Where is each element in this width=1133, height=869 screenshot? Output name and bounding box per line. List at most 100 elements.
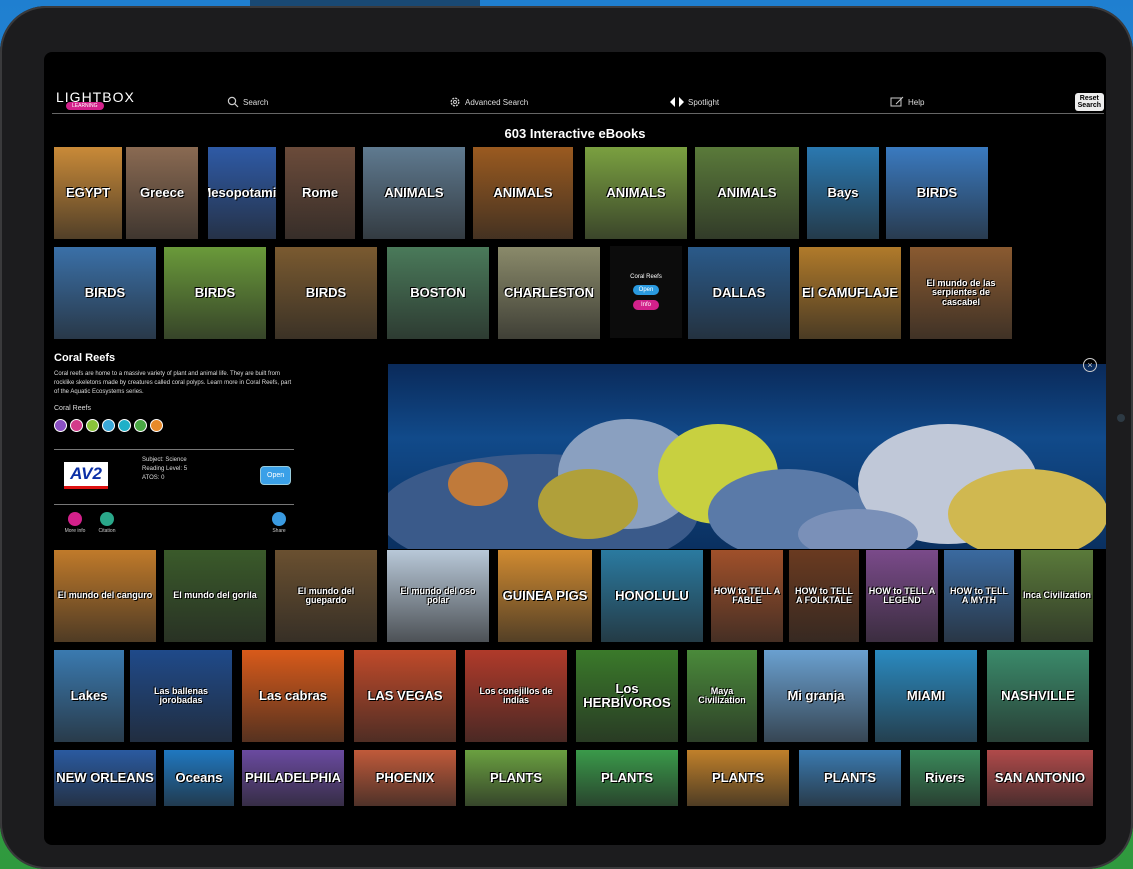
book-tile[interactable]: BIRDS <box>275 247 377 339</box>
book-tile[interactable]: MIAMI <box>875 650 977 742</box>
detail-description: Coral reefs are home to a massive variet… <box>54 371 292 395</box>
book-tile[interactable]: El mundo del oso polar <box>387 550 489 642</box>
book-tile[interactable]: Los HERBÍVOROS <box>576 650 678 742</box>
book-title: PLANTS <box>601 770 653 786</box>
book-tile[interactable]: BIRDS <box>54 247 156 339</box>
series-dot[interactable] <box>134 419 147 432</box>
book-tile[interactable]: ANIMALS <box>695 147 799 239</box>
hover-open-button[interactable]: Open <box>633 285 659 295</box>
top-nav: LIGHTBOX LEARNING Search Advanced Search… <box>44 52 1106 112</box>
more-info-button[interactable]: More info <box>62 512 88 534</box>
book-tile[interactable]: EGYPT <box>54 147 122 239</box>
detail-open-button[interactable]: Open <box>260 466 292 485</box>
book-tile[interactable]: PLANTS <box>465 750 567 806</box>
share-button[interactable]: Share <box>266 512 292 534</box>
book-tile[interactable]: Mi granja <box>764 650 868 742</box>
book-tile[interactable]: CHARLESTON <box>498 247 600 339</box>
nav-advanced-search-label: Advanced Search <box>465 97 529 107</box>
book-tile[interactable]: GUINEA PIGS <box>498 550 592 642</box>
series-dot[interactable] <box>54 419 67 432</box>
book-tile[interactable]: HOW to TELL A MYTH <box>944 550 1014 642</box>
book-tile[interactable]: HOW to TELL A FABLE <box>711 550 783 642</box>
book-tile[interactable]: DALLAS <box>688 247 790 339</box>
book-tile[interactable]: Los conejillos de indias <box>465 650 567 742</box>
book-tile[interactable]: ANIMALS <box>585 147 687 239</box>
book-title: El mundo de las serpientes de cascabel <box>926 277 996 307</box>
nav-divider <box>52 113 1104 114</box>
book-tile[interactable]: Mesopotamia <box>208 147 276 239</box>
book-tile[interactable]: NASHVILLE <box>987 650 1089 742</box>
book-tile[interactable]: El mundo de las serpientes de cascabel <box>910 247 1012 339</box>
book-tile[interactable]: Greece <box>126 147 198 239</box>
book-tile[interactable]: PLANTS <box>687 750 789 806</box>
book-tile[interactable]: PHOENIX <box>354 750 456 806</box>
book-tile[interactable]: Maya Civilization <box>687 650 757 742</box>
book-tile[interactable]: El mundo del gorila <box>164 550 266 642</box>
book-tile[interactable]: Las cabras <box>242 650 344 742</box>
book-title: HONOLULU <box>615 588 689 604</box>
series-dot[interactable] <box>102 419 115 432</box>
book-tile[interactable]: HONOLULU <box>601 550 703 642</box>
book-title: BIRDS <box>194 285 236 301</box>
book-tile[interactable]: Rivers <box>910 750 980 806</box>
series-dot[interactable] <box>118 419 131 432</box>
book-tile[interactable]: Bays <box>807 147 879 239</box>
book-tile[interactable]: SAN ANTONIO <box>987 750 1093 806</box>
series-dot[interactable] <box>70 419 83 432</box>
close-icon[interactable]: × <box>1083 358 1097 372</box>
book-tile[interactable]: ANIMALS <box>473 147 573 239</box>
hover-title: Coral Reefs <box>630 274 662 280</box>
book-tile[interactable]: ANIMALS <box>363 147 465 239</box>
book-tile[interactable]: PLANTS <box>799 750 901 806</box>
book-title: Los conejillos de indias <box>479 685 553 705</box>
book-tile[interactable]: Rome <box>285 147 355 239</box>
book-title: Bays <box>827 185 859 201</box>
nav-spotlight[interactable]: Spotlight <box>670 96 719 108</box>
reset-search-button[interactable]: Reset Search <box>1074 93 1104 111</box>
nav-advanced-search[interactable]: Advanced Search <box>449 96 528 108</box>
book-tile[interactable]: Inca Civilization <box>1021 550 1093 642</box>
hover-info-button[interactable]: Info <box>633 300 659 310</box>
coral-reef-hero-image <box>388 364 1106 549</box>
book-tile[interactable]: HOW to TELL A FOLKTALE <box>789 550 859 642</box>
book-tile[interactable]: BIRDS <box>164 247 266 339</box>
book-tile[interactable]: BOSTON <box>387 247 489 339</box>
book-tile[interactable]: BIRDS <box>886 147 988 239</box>
reset-label-line1: Reset <box>1079 95 1099 102</box>
result-count: 603 Interactive eBooks <box>504 126 646 141</box>
search-icon <box>227 96 239 108</box>
nav-search[interactable]: Search <box>227 96 268 108</box>
gear-icon <box>450 97 460 107</box>
book-tile[interactable]: El CAMUFLAJE <box>799 247 901 339</box>
book-tile[interactable]: El mundo del guepardo <box>275 550 377 642</box>
reset-label-line2: Search <box>1077 102 1101 109</box>
book-title: PHOENIX <box>375 770 435 786</box>
book-tile[interactable]: PHILADELPHIA <box>242 750 344 806</box>
meta-atos: ATOS: 0 <box>142 475 165 481</box>
book-tile[interactable]: El mundo del canguro <box>54 550 156 642</box>
book-tile[interactable]: NEW ORLEANS <box>54 750 156 806</box>
coral-reef-illustration <box>388 419 1106 549</box>
series-dot[interactable] <box>86 419 99 432</box>
book-title: Inca Civilization <box>1023 590 1092 601</box>
book-title: NASHVILLE <box>1001 688 1075 704</box>
series-dot[interactable] <box>150 419 163 432</box>
book-title: BIRDS <box>84 285 126 301</box>
book-title: PHILADELPHIA <box>244 770 342 786</box>
book-tile[interactable]: Lakes <box>54 650 124 742</box>
book-tile[interactable]: Oceans <box>164 750 234 806</box>
citation-button[interactable]: Citation <box>94 512 120 534</box>
book-title: PLANTS <box>490 770 542 786</box>
book-title: ANIMALS <box>493 185 553 201</box>
book-tile[interactable]: HOW to TELL A LEGEND <box>866 550 938 642</box>
book-title: HOW to TELL A FOLKTALE <box>795 585 853 605</box>
book-tile[interactable]: Las ballenas jorobadas <box>130 650 232 742</box>
app-screen: LIGHTBOX LEARNING Search Advanced Search… <box>44 52 1106 845</box>
book-title: EGYPT <box>65 185 111 201</box>
book-tile[interactable]: LAS VEGAS <box>354 650 456 742</box>
book-title: BIRDS <box>305 285 347 301</box>
book-tile[interactable]: PLANTS <box>576 750 678 806</box>
nav-help[interactable]: Help <box>890 96 924 108</box>
share-icon <box>272 512 286 526</box>
citation-icon <box>100 512 114 526</box>
